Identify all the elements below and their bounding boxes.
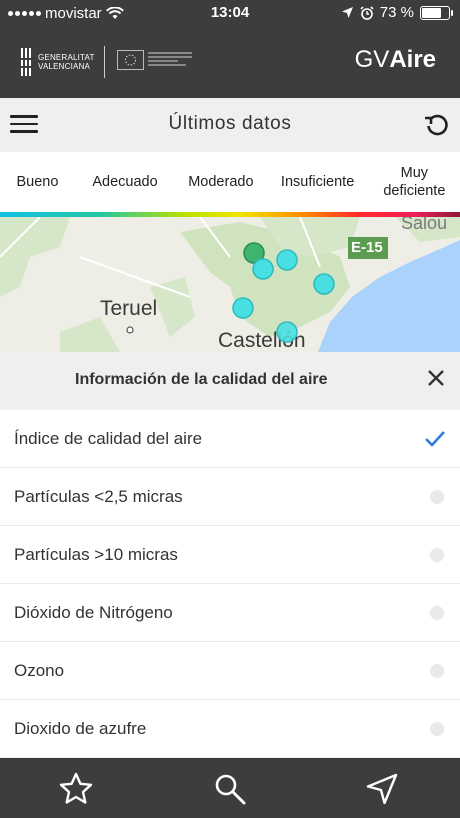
legend-item-adecuado: Adecuado (92, 174, 158, 190)
alarm-icon (360, 5, 374, 20)
option-label: Partículas <2,5 micras (14, 486, 183, 506)
station-marker[interactable] (252, 258, 274, 280)
info-panel-title: Información de la calidad del aire (75, 371, 328, 388)
app-header: GENERALITAT VALENCIANA GVAire (0, 28, 460, 98)
status-bar: movistar 13:04 73 % (0, 0, 460, 28)
navigation-arrow-icon[interactable] (364, 771, 400, 807)
eu-funding-logo (117, 50, 192, 70)
org-name-line1: GENERALITAT (38, 53, 95, 62)
station-marker[interactable] (232, 297, 254, 319)
generalitat-logo: GENERALITAT VALENCIANA (20, 48, 95, 76)
info-panel-header: Información de la calidad del aire (0, 352, 460, 410)
option-label: Índice de calidad del aire (14, 428, 203, 448)
checkmark-icon (425, 430, 445, 447)
map-label-salou: Salou (401, 217, 448, 233)
battery-level (422, 7, 441, 18)
station-marker-castellon[interactable] (276, 321, 298, 343)
status-right: 73 % (341, 4, 453, 21)
eu-flag-icon (117, 50, 144, 70)
radio-unselected-icon[interactable] (430, 605, 444, 620)
eu-funding-text (148, 50, 192, 70)
radio-unselected-icon[interactable] (430, 721, 444, 736)
radio-unselected-icon[interactable] (430, 663, 444, 678)
pollutant-list: Índice de calidad del aire Partículas <2… (0, 410, 460, 758)
search-icon[interactable] (212, 771, 248, 807)
radio-unselected-icon[interactable] (430, 547, 444, 562)
close-icon[interactable] (426, 368, 446, 388)
legend-item-moderado: Moderado (188, 174, 254, 190)
generalitat-emblem-icon (20, 48, 32, 76)
app-brand: GVAire (355, 46, 436, 74)
option-ozone[interactable]: Ozono (0, 642, 460, 700)
legend-item-bueno: Bueno (16, 174, 59, 190)
battery-percent: 73 % (379, 4, 414, 21)
legend-item-insuficiente: Insuficiente (280, 174, 355, 190)
radio-unselected-icon[interactable] (430, 489, 444, 504)
option-label: Dióxido de Nitrógeno (14, 602, 173, 622)
option-pm25[interactable]: Partículas <2,5 micras (0, 468, 460, 526)
org-name-line2: VALENCIANA (38, 62, 91, 71)
star-icon[interactable] (58, 771, 94, 807)
option-pm10[interactable]: Partículas >10 micras (0, 526, 460, 584)
battery-icon (420, 5, 453, 20)
option-label: Partículas >10 micras (14, 544, 178, 564)
brand-suffix: Aire (389, 46, 436, 73)
bottom-tab-bar (0, 758, 460, 818)
legend-item-muy-deficiente: Muy deficiente (383, 165, 446, 199)
map-view[interactable]: Teruel Castellón Salou E-15 (0, 217, 460, 352)
location-arrow-icon (341, 7, 353, 18)
option-so2[interactable]: Dioxido de azufre (0, 700, 460, 758)
refresh-icon[interactable] (424, 112, 450, 138)
map-label-teruel: Teruel (100, 297, 158, 320)
station-marker[interactable] (276, 249, 298, 271)
logo-divider (104, 46, 105, 78)
option-label: Dioxido de azufre (14, 718, 147, 738)
option-aqi[interactable]: Índice de calidad del aire (0, 410, 460, 468)
station-marker[interactable] (313, 273, 335, 295)
option-label: Ozono (14, 660, 65, 680)
quality-legend: Bueno Adecuado Moderado Insuficiente Muy… (0, 152, 460, 212)
toolbar: Últimos datos (0, 98, 460, 152)
brand-prefix: GV (354, 46, 390, 73)
option-no2[interactable]: Dióxido de Nitrógeno (0, 584, 460, 642)
map-label-road: E-15 (351, 239, 383, 256)
page-title: Últimos datos (168, 113, 292, 134)
